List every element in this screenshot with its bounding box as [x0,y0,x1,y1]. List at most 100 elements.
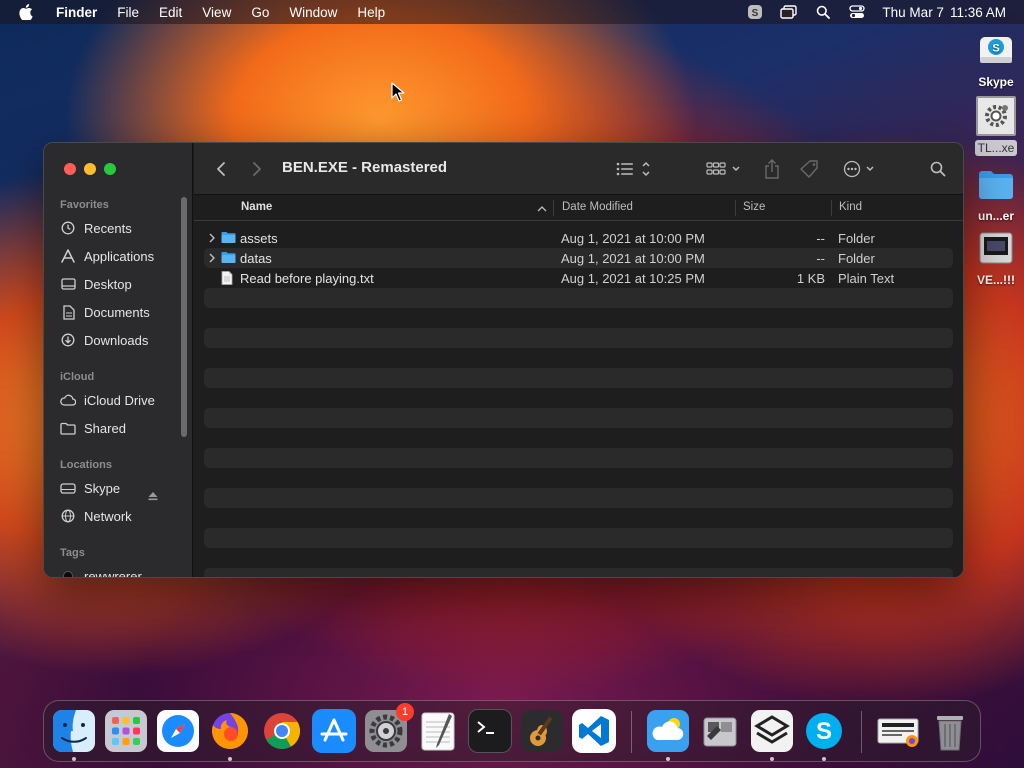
tag-button[interactable] [800,157,820,181]
window-title: BEN.EXE - Remastered [282,159,448,176]
sidebar-item-network[interactable]: Network [60,505,182,527]
file-size: 1 KB [796,271,825,286]
disk-image-icon [976,228,1016,268]
menu-bar: Finder File Edit View Go Window Help S T… [0,0,1024,24]
group-by-button[interactable] [704,157,744,181]
sidebar-item-label: Desktop [84,276,132,292]
desktop-icon-label: VE...!!! [977,273,1015,287]
menu-view[interactable]: View [202,5,231,20]
dock-running-indicator [822,757,826,761]
apple-menu-icon[interactable] [16,2,36,22]
disclosure-triangle-icon[interactable] [208,252,216,267]
desktop-icon-un-er[interactable]: un...er [966,164,1024,224]
file-name: Read before playing.txt [240,271,374,286]
zoom-button[interactable] [104,163,116,175]
sidebar-item-recents[interactable]: Recents [60,217,182,239]
applications-icon [60,248,76,264]
disclosure-triangle-icon[interactable] [208,232,216,247]
share-button[interactable] [762,157,782,181]
column-divider[interactable] [831,200,832,216]
sidebar-item-shared[interactable]: Shared [60,417,182,439]
column-kind[interactable]: Kind [839,201,862,213]
sidebar-item-label: iCloud Drive [84,392,155,408]
dock-app-terminal[interactable] [468,709,512,753]
spotlight-search-icon[interactable] [814,4,832,20]
shared-folder-icon [60,420,76,436]
folder-icon [221,251,236,265]
dock-app-finder[interactable] [52,709,96,753]
back-button[interactable] [214,157,228,181]
folder-icon [221,231,236,245]
minimize-button[interactable] [84,163,96,175]
menu-window[interactable]: Window [289,5,337,20]
sidebar-item-icloud-drive[interactable]: iCloud Drive [60,389,182,411]
eject-icon[interactable] [147,489,159,501]
folder-icon [976,164,1016,204]
sidebar-item-label: Skype [84,480,121,496]
dock-app-system-settings[interactable]: 1 [364,703,414,753]
skype-drive-icon: S [976,30,1016,70]
dock-running-indicator [72,757,76,761]
dock-app-firefox[interactable] [208,709,252,753]
sort-ascending-icon[interactable] [537,203,547,215]
dock-app-trash[interactable] [928,709,972,753]
dock-app-textedit[interactable] [416,709,460,753]
dock-app-chrome[interactable] [260,709,304,753]
file-kind: Folder [838,231,875,246]
file-kind: Plain Text [838,271,895,286]
file-row-datas[interactable]: datas Aug 1, 2021 at 10:00 PM -- Folder [204,248,953,268]
column-divider[interactable] [735,200,736,216]
column-size[interactable]: Size [743,201,765,213]
column-date-modified[interactable]: Date Modified [562,201,633,213]
close-button[interactable] [64,163,76,175]
file-row-read-before-playing[interactable]: Read before playing.txt Aug 1, 2021 at 1… [204,268,953,288]
dock-app-skype[interactable]: S [802,709,846,753]
desktop-icon-skype[interactable]: S Skype [966,30,1024,90]
column-name[interactable]: Name [241,201,272,213]
menu-app-finder[interactable]: Finder [56,5,97,20]
dock-app-downloads-stack[interactable] [876,709,920,753]
svg-text:S: S [816,718,832,745]
screen-mirroring-icon[interactable] [780,4,798,20]
column-divider[interactable] [553,200,554,216]
dock-running-indicator [666,757,670,761]
dock-app-skype-drive[interactable] [750,709,794,753]
dock-app-garageband[interactable] [520,709,564,753]
tag-dot-icon [60,568,76,577]
menubar-clock[interactable]: Thu Mar 7 11:36 AM [882,5,1006,20]
sidebar-item-documents[interactable]: Documents [60,301,182,323]
dock-app-visual-studio-code[interactable] [572,709,616,753]
dock-app-icloud[interactable] [646,709,690,753]
search-button[interactable] [928,157,948,181]
clock-time: 11:36 AM [949,4,1006,20]
forward-button[interactable] [250,157,264,181]
menu-file[interactable]: File [117,5,139,20]
control-center-icon[interactable] [848,4,866,20]
empty-row [204,488,953,508]
dock-app-safari[interactable] [156,709,200,753]
skype-status-icon[interactable]: S [746,4,764,20]
more-actions-button[interactable] [842,157,880,181]
menu-go[interactable]: Go [251,5,269,20]
sidebar-item-desktop[interactable]: Desktop [60,273,182,295]
sidebar-item-applications[interactable]: Applications [60,245,182,267]
finder-toolbar: BEN.EXE - Remastered [194,143,963,195]
file-size: -- [816,251,825,266]
empty-row [204,368,953,388]
sidebar-section-tags: Tags [60,547,85,559]
sidebar-item-skype[interactable]: Skype [60,477,182,499]
desktop-icon-tl-exe[interactable]: TL...xe [966,96,1024,156]
sidebar-scrollbar[interactable] [181,197,187,437]
dock-app-launchpad[interactable] [104,709,148,753]
dock-app-app-store[interactable] [312,709,356,753]
file-row-assets[interactable]: assets Aug 1, 2021 at 10:00 PM -- Folder [204,228,953,248]
sidebar-item-tag-rewwrerer[interactable]: rewwrerer [60,565,182,577]
menu-help[interactable]: Help [357,5,385,20]
sidebar-item-label: Recents [84,220,132,236]
empty-row [204,288,953,308]
sidebar-item-downloads[interactable]: Downloads [60,329,182,351]
desktop-icon-ve[interactable]: VE...!!! [966,228,1024,288]
view-mode-list-button[interactable] [614,157,654,181]
dock-app-boot-camp-assistant[interactable] [698,709,742,753]
menu-edit[interactable]: Edit [159,5,182,20]
